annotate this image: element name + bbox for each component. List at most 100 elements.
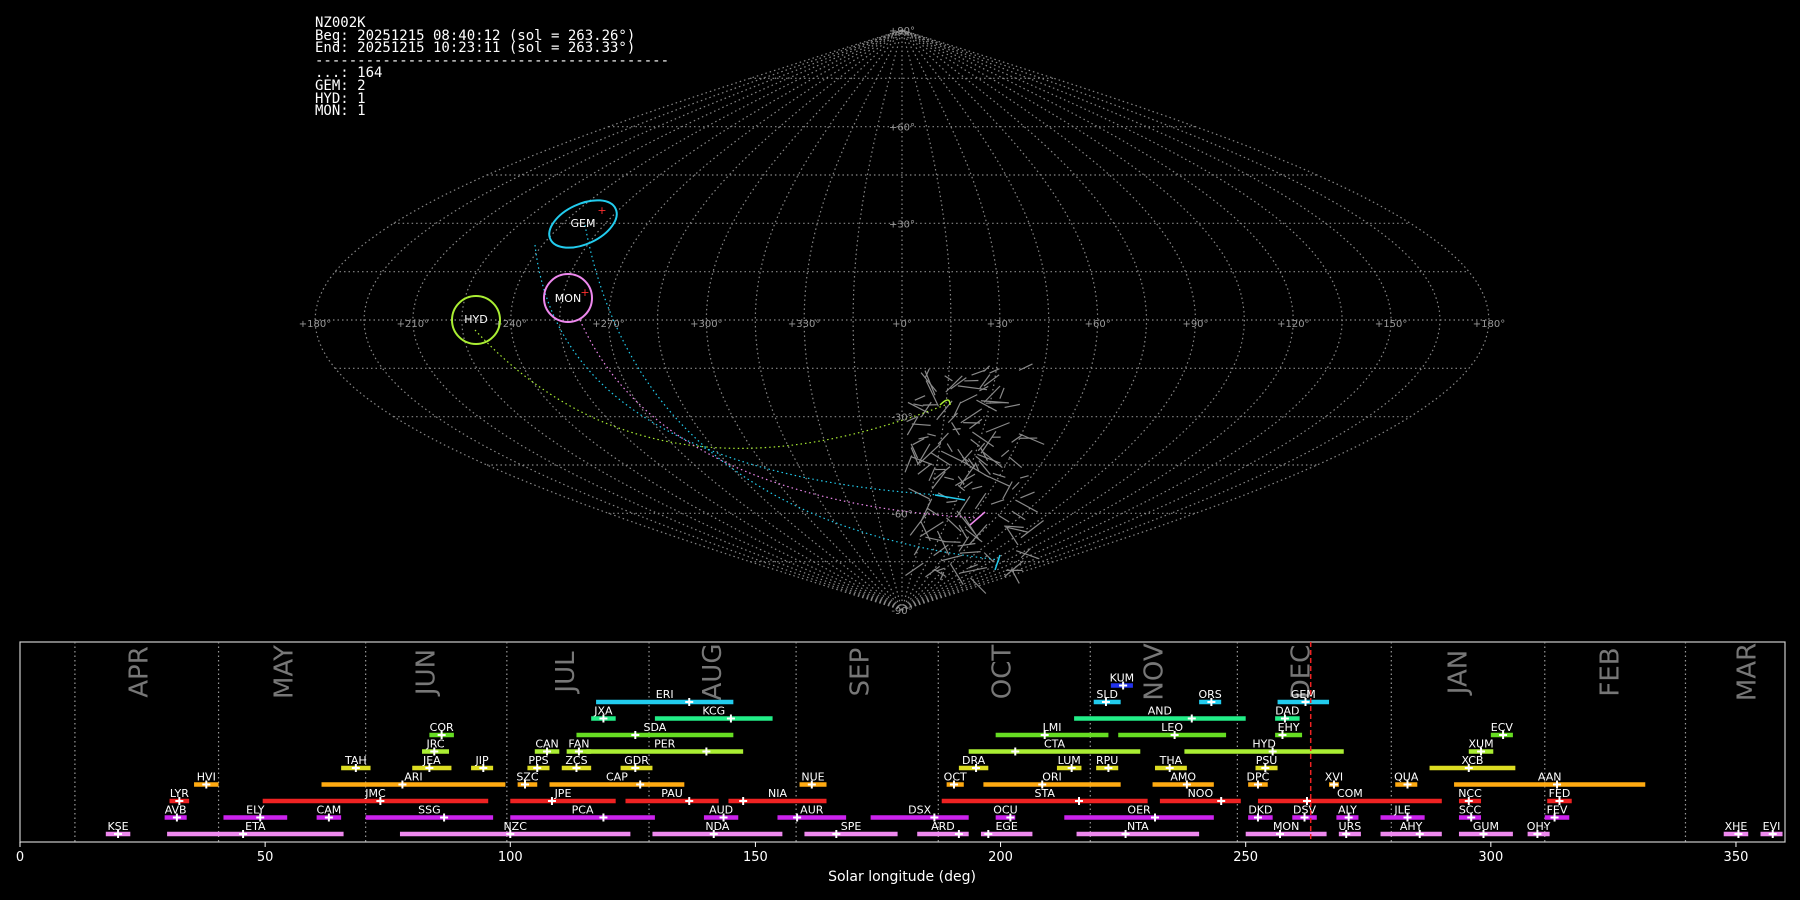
shower-label-sta: STA — [1034, 787, 1055, 800]
sporadic-meteor — [946, 500, 957, 503]
sporadic-meteor — [1019, 475, 1029, 479]
shower-label-per: PER — [654, 738, 676, 751]
shower-label-lmi: LMI — [1043, 721, 1062, 734]
sporadic-meteor — [957, 542, 976, 547]
shower-label-qua: QUA — [1394, 771, 1419, 784]
sporadic-meteor — [920, 372, 937, 392]
shower-label-jxa: JXA — [593, 705, 613, 718]
shower-bars: KUM ERI SLD ORS GEM JXA KCG AND DAD COR SDA LMI LEO E… — [105, 642, 1783, 842]
sporadic-meteor — [1011, 481, 1020, 490]
longitude-label: +270° — [592, 319, 624, 330]
x-axis-label: Solar longitude (deg) — [828, 869, 976, 885]
sporadic-meteor — [1015, 499, 1039, 513]
radiant-marker: + — [597, 204, 606, 217]
shower-label-com: COM — [1337, 787, 1363, 800]
hyd-meteor — [939, 399, 951, 406]
mon-radiant-label: MON — [555, 292, 581, 305]
longitude-label: +30° — [987, 319, 1013, 330]
radiant-marker: + — [580, 286, 589, 299]
latitude-label: -60° — [891, 509, 912, 520]
sporadic-meteor — [989, 368, 1000, 374]
sporadic-meteor — [911, 423, 931, 426]
sporadic-meteor — [904, 455, 913, 473]
month-label: JUL — [551, 651, 581, 695]
sporadic-meteor — [925, 536, 946, 543]
shower-label-jpe: JPE — [554, 787, 572, 800]
sporadic-meteor — [1020, 491, 1035, 499]
sporadic-meteor — [998, 515, 1010, 523]
sporadic-meteor — [944, 476, 954, 481]
x-tick-label: 0 — [16, 850, 24, 865]
hyd-radiant-label: HYD — [464, 313, 487, 326]
longitude-line — [363, 29, 903, 611]
sporadic-meteor — [970, 438, 981, 447]
shower-label-lum: LUM — [1058, 754, 1081, 767]
shower-label-kum: KUM — [1110, 672, 1134, 685]
sporadic-meteor — [969, 418, 983, 430]
longitude-label: +180° — [1473, 319, 1505, 330]
shower-label-nia: NIA — [768, 787, 787, 800]
shower-label-ahy: AHY — [1400, 820, 1423, 833]
chart-frame — [19, 641, 1786, 843]
shower-label-ehy: EHY — [1278, 721, 1300, 734]
month-label: APR — [125, 646, 155, 698]
sporadic-meteor — [919, 521, 944, 538]
sporadic-meteor — [937, 432, 949, 445]
month-label: OCT — [988, 645, 1018, 700]
shower-label-nda: NDA — [705, 820, 730, 833]
sporadic-meteor — [971, 485, 983, 490]
sporadic-meteor — [969, 577, 987, 594]
shower-label-avb: AVB — [165, 804, 187, 817]
shower-label-ari: ARI — [404, 771, 422, 784]
sporadic-meteor — [1011, 510, 1026, 521]
shower-label-sld: SLD — [1096, 688, 1118, 701]
shower-label-aur: AUR — [800, 804, 824, 817]
sporadic-meteor — [913, 546, 920, 556]
shower-label-jip: JIP — [475, 754, 489, 767]
shower-label-cap: CAP — [606, 771, 628, 784]
sporadic-meteor — [946, 517, 962, 533]
sporadic-meteor — [936, 567, 945, 572]
month-label: NOV — [1139, 643, 1169, 700]
shower-label-oer: OER — [1127, 804, 1151, 817]
sporadic-meteor — [980, 430, 997, 454]
shower-label-tha: THA — [1159, 754, 1183, 767]
shower-label-kcg: KCG — [702, 705, 725, 718]
sporadic-meteor — [931, 471, 946, 490]
shower-label-dpc: DPC — [1247, 771, 1270, 784]
shower-label-hyd: HYD — [1252, 738, 1275, 751]
sporadic-meteor — [908, 487, 930, 500]
shower-label-gum: GUM — [1473, 820, 1499, 833]
shower-label-jle: JLE — [1393, 804, 1410, 817]
sporadic-meteor — [957, 448, 970, 466]
shower-label-ely: ELY — [246, 804, 265, 817]
shower-label-kse: KSE — [107, 820, 128, 833]
longitude-label: +180° — [299, 319, 331, 330]
sporadic-meteor — [916, 443, 931, 466]
shower-label-ncc: NCC — [1458, 787, 1482, 800]
x-tick-label: 300 — [1478, 850, 1503, 865]
shower-label-mon: MON — [1273, 820, 1299, 833]
shower-label-ohy: OHY — [1527, 820, 1551, 833]
sporadic-meteor — [1020, 519, 1044, 539]
shower-label-zcs: ZCS — [565, 754, 587, 767]
shower-label-spe: SPE — [841, 820, 862, 833]
sky-map: +180° +150° +120° +90° +60° +30° +0° +330° +300°… — [299, 26, 1505, 617]
shower-label-sda: SDA — [644, 721, 667, 734]
shower-label-ecv: ECV — [1491, 721, 1514, 734]
sporadic-meteor — [964, 517, 979, 540]
sporadic-meteor — [946, 443, 953, 453]
shower-label-can: CAN — [535, 738, 558, 751]
sporadic-meteor — [960, 408, 983, 424]
shower-label-cor: COR — [430, 721, 454, 734]
sporadic-meteor — [963, 481, 973, 489]
latitude-label: +30° — [889, 219, 915, 230]
sporadic-meteor — [907, 401, 930, 414]
shower-label-rpu: RPU — [1096, 754, 1118, 767]
sporadic-meteor — [958, 536, 970, 552]
meteor-tracks — [474, 224, 1045, 594]
sporadic-meteor — [985, 422, 1010, 433]
x-tick-label: 150 — [743, 850, 768, 865]
gem-backtrack — [534, 244, 941, 496]
sporadic-meteor — [992, 472, 1006, 478]
